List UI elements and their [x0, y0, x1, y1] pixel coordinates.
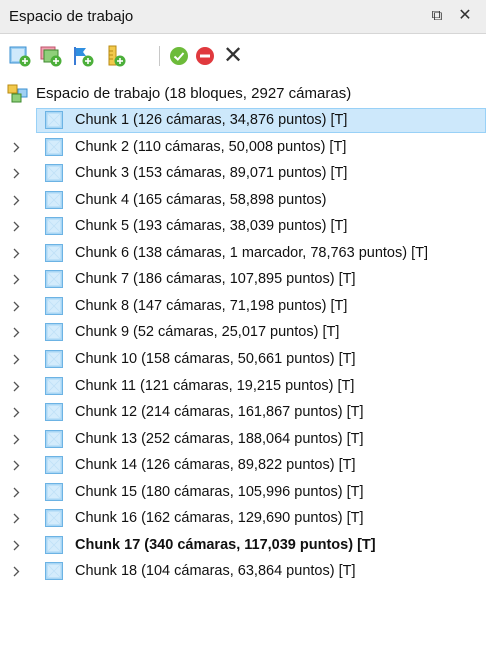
chunk-label: Chunk 12 (214 cámaras, 161,867 puntos) […: [75, 404, 364, 421]
chunk-label: Chunk 7 (186 cámaras, 107,895 puntos) [T…: [75, 271, 356, 288]
chunk-icon: [45, 376, 63, 395]
chunk-icon: [45, 270, 63, 289]
chunk-row[interactable]: Chunk 8 (147 cámaras, 71,198 puntos) [T]: [0, 294, 486, 319]
chunk-row[interactable]: Chunk 1 (126 cámaras, 34,876 puntos) [T]: [36, 108, 486, 133]
chunk-label: Chunk 13 (252 cámaras, 188,064 puntos) […: [75, 430, 364, 447]
chunk-icon: [45, 562, 63, 581]
chunk-row[interactable]: Chunk 5 (193 cámaras, 38,039 puntos) [T]: [0, 214, 486, 239]
chunk-row[interactable]: Chunk 4 (165 cámaras, 58,898 puntos): [0, 188, 486, 213]
chunk-label: Chunk 4 (165 cámaras, 58,898 puntos): [75, 191, 327, 208]
expand-chevron-icon[interactable]: [11, 273, 21, 286]
disable-icon[interactable]: [194, 45, 216, 67]
chunk-icon: [45, 323, 63, 342]
chunk-row[interactable]: Chunk 18 (104 cámaras, 63,864 puntos) [T…: [0, 559, 486, 584]
chunk-label: Chunk 8 (147 cámaras, 71,198 puntos) [T]: [75, 297, 348, 314]
expand-chevron-icon[interactable]: [11, 247, 21, 260]
chunk-icon: [45, 535, 63, 554]
chunk-row[interactable]: Chunk 16 (162 cámaras, 129,690 puntos) […: [0, 506, 486, 531]
chunk-label: Chunk 14 (126 cámaras, 89,822 puntos) [T…: [75, 457, 356, 474]
chunk-row[interactable]: Chunk 13 (252 cámaras, 188,064 puntos) […: [0, 427, 486, 452]
chunk-icon: [45, 482, 63, 501]
chunk-label: Chunk 1 (126 cámaras, 34,876 puntos) [T]: [75, 112, 348, 128]
chunk-icon: [45, 137, 63, 156]
chunk-label: Chunk 2 (110 cámaras, 50,008 puntos) [T]: [75, 138, 347, 155]
expand-chevron-icon[interactable]: [11, 512, 21, 525]
chunk-label: Chunk 15 (180 cámaras, 105,996 puntos) […: [75, 483, 364, 500]
panel-title: Espacio de trabajo: [9, 8, 134, 25]
expand-chevron-icon[interactable]: [11, 353, 21, 366]
workspace-root-item[interactable]: Espacio de trabajo (18 bloques, 2927 cám…: [0, 83, 486, 105]
chunk-icon: [45, 456, 63, 475]
chunk-row[interactable]: Chunk 17 (340 cámaras, 117,039 puntos) […: [0, 533, 486, 558]
expand-chevron-icon[interactable]: [11, 486, 21, 499]
panel-titlebar: Espacio de trabajo ⧉ ✕: [0, 0, 486, 34]
expand-chevron-icon[interactable]: [11, 300, 21, 313]
expand-chevron-icon[interactable]: [11, 141, 21, 154]
chunk-label: Chunk 3 (153 cámaras, 89,071 puntos) [T]: [75, 165, 348, 182]
chunk-row[interactable]: Chunk 3 (153 cámaras, 89,071 puntos) [T]: [0, 161, 486, 186]
chunk-icon: [45, 217, 63, 236]
workspace-toolbar: ✕: [0, 34, 486, 78]
expand-chevron-icon[interactable]: [11, 406, 21, 419]
expand-chevron-icon[interactable]: [11, 220, 21, 233]
add-chunk-icon[interactable]: [9, 45, 31, 67]
workspace-root-label: Espacio de trabajo (18 bloques, 2927 cám…: [36, 85, 352, 102]
expand-chevron-icon[interactable]: [11, 459, 21, 472]
chunk-icon: [45, 403, 63, 422]
chunk-icon: [45, 429, 63, 448]
chunk-label: Chunk 6 (138 cámaras, 1 marcador, 78,763…: [75, 244, 429, 261]
expand-chevron-icon[interactable]: [11, 326, 21, 339]
expand-chevron-icon[interactable]: [11, 380, 21, 393]
add-scalebar-icon[interactable]: [104, 45, 126, 67]
chunk-label: Chunk 10 (158 cámaras, 50,661 puntos) [T…: [75, 350, 356, 367]
chunk-label: Chunk 16 (162 cámaras, 129,690 puntos) […: [75, 510, 364, 527]
chunk-icon: [45, 164, 63, 183]
chunk-row[interactable]: Chunk 11 (121 cámaras, 19,215 puntos) [T…: [0, 374, 486, 399]
expand-chevron-icon[interactable]: [11, 539, 21, 552]
workspace-tree: Espacio de trabajo (18 bloques, 2927 cám…: [0, 78, 486, 645]
chunk-icon: [45, 349, 63, 368]
chunk-row[interactable]: Chunk 14 (126 cámaras, 89,822 puntos) [T…: [0, 453, 486, 478]
chunk-icon: [45, 509, 63, 528]
close-panel-icon[interactable]: ✕: [455, 6, 475, 26]
expand-chevron-icon[interactable]: [11, 167, 21, 180]
chunk-row[interactable]: Chunk 15 (180 cámaras, 105,996 puntos) […: [0, 480, 486, 505]
chunk-row[interactable]: Chunk 12 (214 cámaras, 161,867 puntos) […: [0, 400, 486, 425]
chunk-label: Chunk 17 (340 cámaras, 117,039 puntos) […: [75, 536, 376, 553]
chunk-label: Chunk 18 (104 cámaras, 63,864 puntos) [T…: [75, 563, 356, 580]
add-marker-icon[interactable]: [72, 45, 94, 67]
float-panel-icon[interactable]: ⧉: [427, 6, 447, 26]
toolbar-separator: [159, 46, 160, 66]
chunk-label: Chunk 11 (121 cámaras, 19,215 puntos) [T…: [75, 377, 355, 394]
add-photos-icon[interactable]: [40, 45, 62, 67]
chunk-row[interactable]: Chunk 10 (158 cámaras, 50,661 puntos) [T…: [0, 347, 486, 372]
chunk-row[interactable]: Chunk 2 (110 cámaras, 50,008 puntos) [T]: [0, 135, 486, 160]
chunk-row[interactable]: Chunk 9 (52 cámaras, 25,017 puntos) [T]: [0, 320, 486, 345]
expand-chevron-icon[interactable]: [11, 433, 21, 446]
workspace-icon: [7, 84, 29, 104]
chunk-icon: [45, 111, 63, 129]
chunk-row[interactable]: Chunk 6 (138 cámaras, 1 marcador, 78,763…: [0, 241, 486, 266]
chunk-label: Chunk 5 (193 cámaras, 38,039 puntos) [T]: [75, 218, 348, 235]
chunk-row[interactable]: Chunk 7 (186 cámaras, 107,895 puntos) [T…: [0, 267, 486, 292]
enable-icon[interactable]: [168, 45, 190, 67]
chunk-icon: [45, 243, 63, 262]
remove-icon[interactable]: ✕: [222, 44, 244, 68]
chunk-icon: [45, 296, 63, 315]
chunk-label: Chunk 9 (52 cámaras, 25,017 puntos) [T]: [75, 324, 340, 341]
chunk-icon: [45, 190, 63, 209]
expand-chevron-icon[interactable]: [11, 194, 21, 207]
expand-chevron-icon[interactable]: [11, 565, 21, 578]
